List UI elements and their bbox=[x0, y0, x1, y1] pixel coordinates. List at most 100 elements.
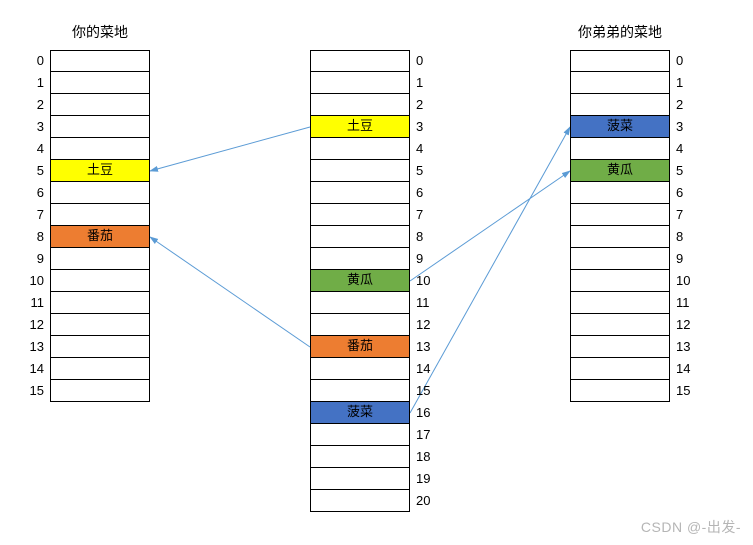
column-right: 菠菜黄瓜 bbox=[570, 50, 670, 402]
column-left: 土豆番茄 bbox=[50, 50, 150, 402]
column-middle: 土豆黄瓜番茄菠菜 bbox=[310, 50, 410, 512]
cell-middle-7 bbox=[310, 204, 410, 226]
cell-right-2 bbox=[570, 94, 670, 116]
row-label-left-5: 5 bbox=[20, 160, 44, 182]
row-label-middle-17: 17 bbox=[416, 424, 440, 446]
row-label-middle-15: 15 bbox=[416, 380, 440, 402]
cell-left-12 bbox=[50, 314, 150, 336]
cell-right-14 bbox=[570, 358, 670, 380]
cell-middle-3: 土豆 bbox=[310, 116, 410, 138]
row-label-right-7: 7 bbox=[676, 204, 700, 226]
cell-middle-18 bbox=[310, 446, 410, 468]
cell-right-9 bbox=[570, 248, 670, 270]
cell-middle-17 bbox=[310, 424, 410, 446]
row-label-right-9: 9 bbox=[676, 248, 700, 270]
row-label-left-10: 10 bbox=[20, 270, 44, 292]
row-label-right-15: 15 bbox=[676, 380, 700, 402]
cell-right-5: 黄瓜 bbox=[570, 160, 670, 182]
row-label-middle-5: 5 bbox=[416, 160, 440, 182]
row-label-right-8: 8 bbox=[676, 226, 700, 248]
row-label-left-7: 7 bbox=[20, 204, 44, 226]
cell-middle-5 bbox=[310, 160, 410, 182]
cell-right-1 bbox=[570, 72, 670, 94]
row-label-middle-6: 6 bbox=[416, 182, 440, 204]
row-label-left-13: 13 bbox=[20, 336, 44, 358]
row-label-left-1: 1 bbox=[20, 72, 44, 94]
cell-middle-4 bbox=[310, 138, 410, 160]
row-label-right-0: 0 bbox=[676, 50, 700, 72]
cell-middle-1 bbox=[310, 72, 410, 94]
cell-right-11 bbox=[570, 292, 670, 314]
cell-right-12 bbox=[570, 314, 670, 336]
cell-right-6 bbox=[570, 182, 670, 204]
row-label-middle-13: 13 bbox=[416, 336, 440, 358]
row-label-middle-4: 4 bbox=[416, 138, 440, 160]
row-label-right-4: 4 bbox=[676, 138, 700, 160]
row-label-middle-7: 7 bbox=[416, 204, 440, 226]
row-label-middle-19: 19 bbox=[416, 468, 440, 490]
cell-left-7 bbox=[50, 204, 150, 226]
cell-middle-13: 番茄 bbox=[310, 336, 410, 358]
row-label-right-13: 13 bbox=[676, 336, 700, 358]
cell-middle-2 bbox=[310, 94, 410, 116]
cell-right-7 bbox=[570, 204, 670, 226]
diagram-stage: CSDN @-出发- 你的菜地0123456789101112131415土豆番… bbox=[0, 0, 753, 545]
row-label-middle-3: 3 bbox=[416, 116, 440, 138]
cell-middle-15 bbox=[310, 380, 410, 402]
row-label-left-8: 8 bbox=[20, 226, 44, 248]
cell-middle-8 bbox=[310, 226, 410, 248]
row-label-middle-14: 14 bbox=[416, 358, 440, 380]
row-label-right-1: 1 bbox=[676, 72, 700, 94]
row-label-middle-10: 10 bbox=[416, 270, 440, 292]
row-label-left-11: 11 bbox=[20, 292, 44, 314]
watermark: CSDN @-出发- bbox=[641, 517, 741, 537]
cell-middle-19 bbox=[310, 468, 410, 490]
row-label-right-5: 5 bbox=[676, 160, 700, 182]
cell-left-3 bbox=[50, 116, 150, 138]
row-label-right-14: 14 bbox=[676, 358, 700, 380]
row-label-left-15: 15 bbox=[20, 380, 44, 402]
row-label-right-12: 12 bbox=[676, 314, 700, 336]
row-label-middle-0: 0 bbox=[416, 50, 440, 72]
row-label-middle-16: 16 bbox=[416, 402, 440, 424]
cell-left-4 bbox=[50, 138, 150, 160]
cell-middle-14 bbox=[310, 358, 410, 380]
row-label-left-2: 2 bbox=[20, 94, 44, 116]
cell-right-15 bbox=[570, 380, 670, 402]
row-label-right-6: 6 bbox=[676, 182, 700, 204]
row-label-left-6: 6 bbox=[20, 182, 44, 204]
cell-left-5: 土豆 bbox=[50, 160, 150, 182]
row-label-right-11: 11 bbox=[676, 292, 700, 314]
title-left: 你的菜地 bbox=[40, 22, 160, 42]
cell-middle-11 bbox=[310, 292, 410, 314]
cell-right-4 bbox=[570, 138, 670, 160]
row-label-middle-11: 11 bbox=[416, 292, 440, 314]
cell-middle-16: 菠菜 bbox=[310, 402, 410, 424]
cell-middle-20 bbox=[310, 490, 410, 512]
row-label-middle-12: 12 bbox=[416, 314, 440, 336]
title-right: 你弟弟的菜地 bbox=[560, 22, 680, 42]
row-label-middle-1: 1 bbox=[416, 72, 440, 94]
row-label-middle-2: 2 bbox=[416, 94, 440, 116]
row-label-left-12: 12 bbox=[20, 314, 44, 336]
row-label-left-4: 4 bbox=[20, 138, 44, 160]
cell-middle-0 bbox=[310, 50, 410, 72]
cell-left-14 bbox=[50, 358, 150, 380]
cell-left-10 bbox=[50, 270, 150, 292]
row-label-middle-20: 20 bbox=[416, 490, 440, 512]
cell-left-1 bbox=[50, 72, 150, 94]
row-label-middle-8: 8 bbox=[416, 226, 440, 248]
row-label-left-0: 0 bbox=[20, 50, 44, 72]
cell-left-0 bbox=[50, 50, 150, 72]
cell-right-0 bbox=[570, 50, 670, 72]
cell-left-2 bbox=[50, 94, 150, 116]
cell-middle-6 bbox=[310, 182, 410, 204]
row-label-right-10: 10 bbox=[676, 270, 700, 292]
cell-middle-9 bbox=[310, 248, 410, 270]
cell-left-9 bbox=[50, 248, 150, 270]
cell-left-6 bbox=[50, 182, 150, 204]
row-label-left-9: 9 bbox=[20, 248, 44, 270]
cell-middle-10: 黄瓜 bbox=[310, 270, 410, 292]
cell-right-13 bbox=[570, 336, 670, 358]
row-label-left-14: 14 bbox=[20, 358, 44, 380]
